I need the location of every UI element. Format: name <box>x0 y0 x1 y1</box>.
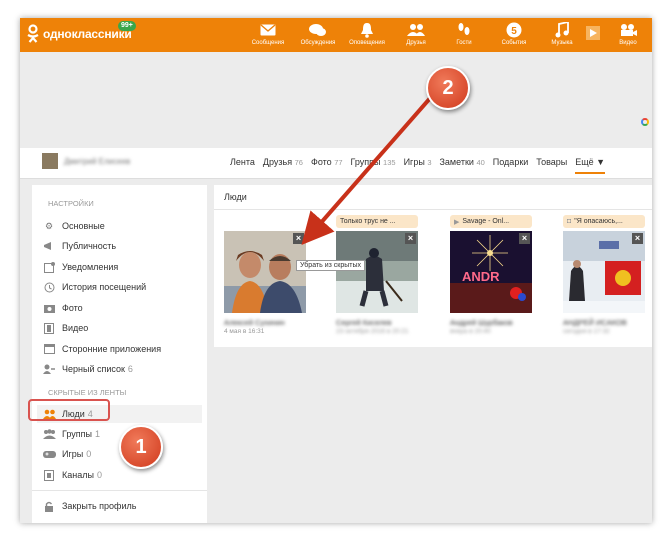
callout-1: 1 <box>119 425 163 469</box>
annotation-arrow <box>301 94 434 246</box>
callout-2: 2 <box>426 66 470 110</box>
